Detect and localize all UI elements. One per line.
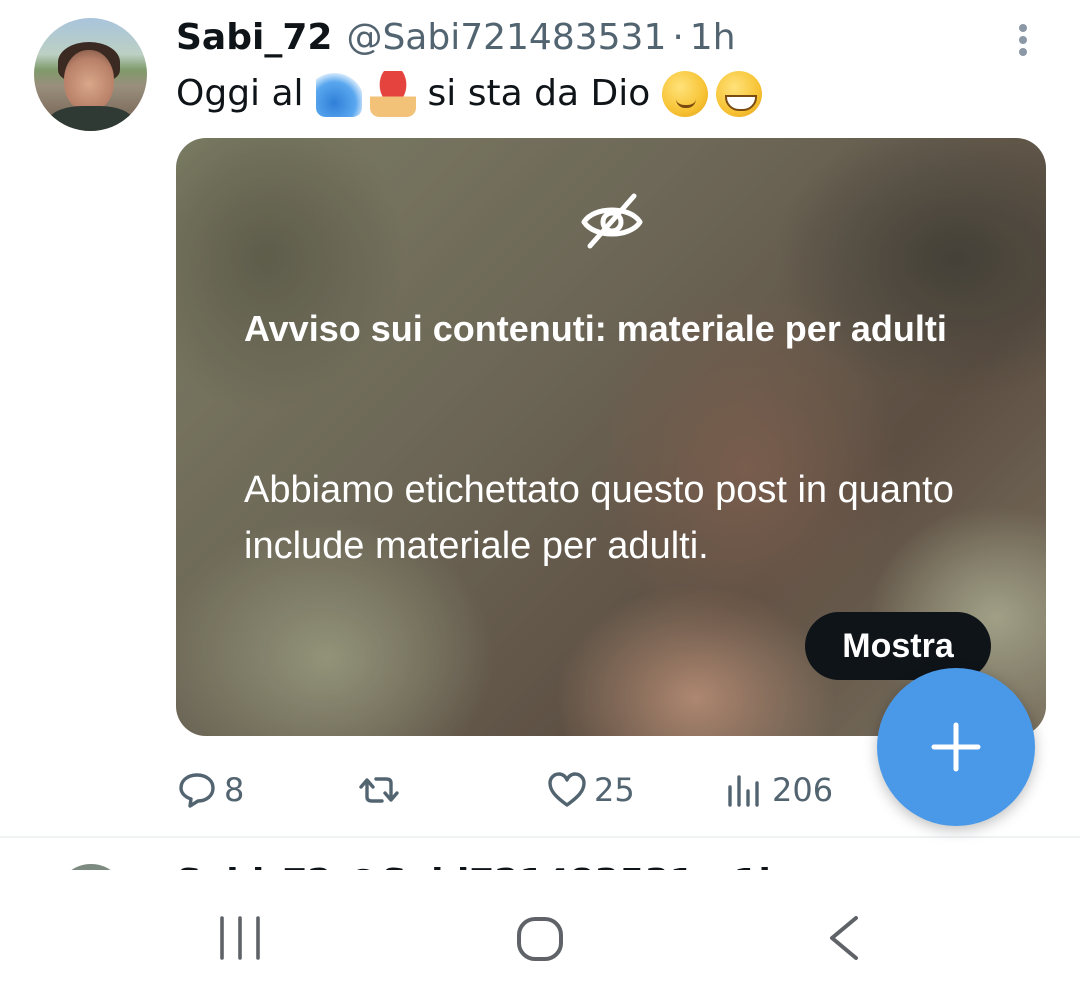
smirking-face-emoji-icon <box>662 71 709 117</box>
like-button[interactable]: 25 <box>546 760 635 820</box>
retweet-icon <box>359 777 399 803</box>
retweet-button[interactable] <box>358 760 406 820</box>
compose-button[interactable] <box>877 668 1035 826</box>
next-tweet-peek[interactable]: Sabi_72 @Sabi721483531 · 1h <box>0 838 1080 870</box>
next-tweet-header: Sabi_72 @Sabi721483531 · 1h <box>176 862 784 870</box>
tweet-text-part-1: Oggi al <box>176 73 304 114</box>
display-name[interactable]: Sabi_72 <box>176 12 332 64</box>
reply-count: 8 <box>224 771 245 809</box>
plus-icon <box>931 722 981 772</box>
separator-dot: · <box>672 17 684 58</box>
content-warning-body: Abbiamo etichettato questo post in quant… <box>244 469 954 567</box>
home-icon[interactable] <box>515 915 565 963</box>
reply-icon <box>179 773 215 808</box>
water-wave-emoji-icon <box>315 71 362 117</box>
sensitive-media-card[interactable]: Avviso sui contenuti: materiale per adul… <box>176 138 1046 736</box>
system-nav-bar <box>0 870 1080 1006</box>
tweet-text-part-2: si sta da Dio <box>427 73 651 114</box>
heart-icon <box>548 772 586 807</box>
back-icon[interactable] <box>826 914 862 962</box>
view-count: 206 <box>772 771 834 809</box>
beach-umbrella-emoji-icon <box>369 71 416 117</box>
views-button[interactable]: 206 <box>724 760 833 820</box>
user-handle[interactable]: @Sabi721483531 <box>346 12 666 64</box>
screen: Sabi_72 @Sabi721483531 · 1h Oggi al si s… <box>0 0 1080 1006</box>
tweet-header: Sabi_72 @Sabi721483531 · 1h <box>176 12 736 64</box>
reply-button[interactable]: 8 <box>176 760 244 820</box>
more-vertical-icon[interactable] <box>1007 20 1039 60</box>
views-chart-icon <box>728 775 759 807</box>
like-count: 25 <box>594 771 635 809</box>
grinning-face-emoji-icon <box>716 71 763 117</box>
tweet-text: Oggi al si sta da Dio <box>176 66 766 122</box>
tweet-time[interactable]: 1h <box>690 12 736 64</box>
content-warning-title: Avviso sui contenuti: materiale per adul… <box>244 308 947 349</box>
avatar[interactable] <box>34 18 147 131</box>
recent-apps-icon[interactable] <box>216 914 264 962</box>
eye-off-icon <box>581 193 643 249</box>
